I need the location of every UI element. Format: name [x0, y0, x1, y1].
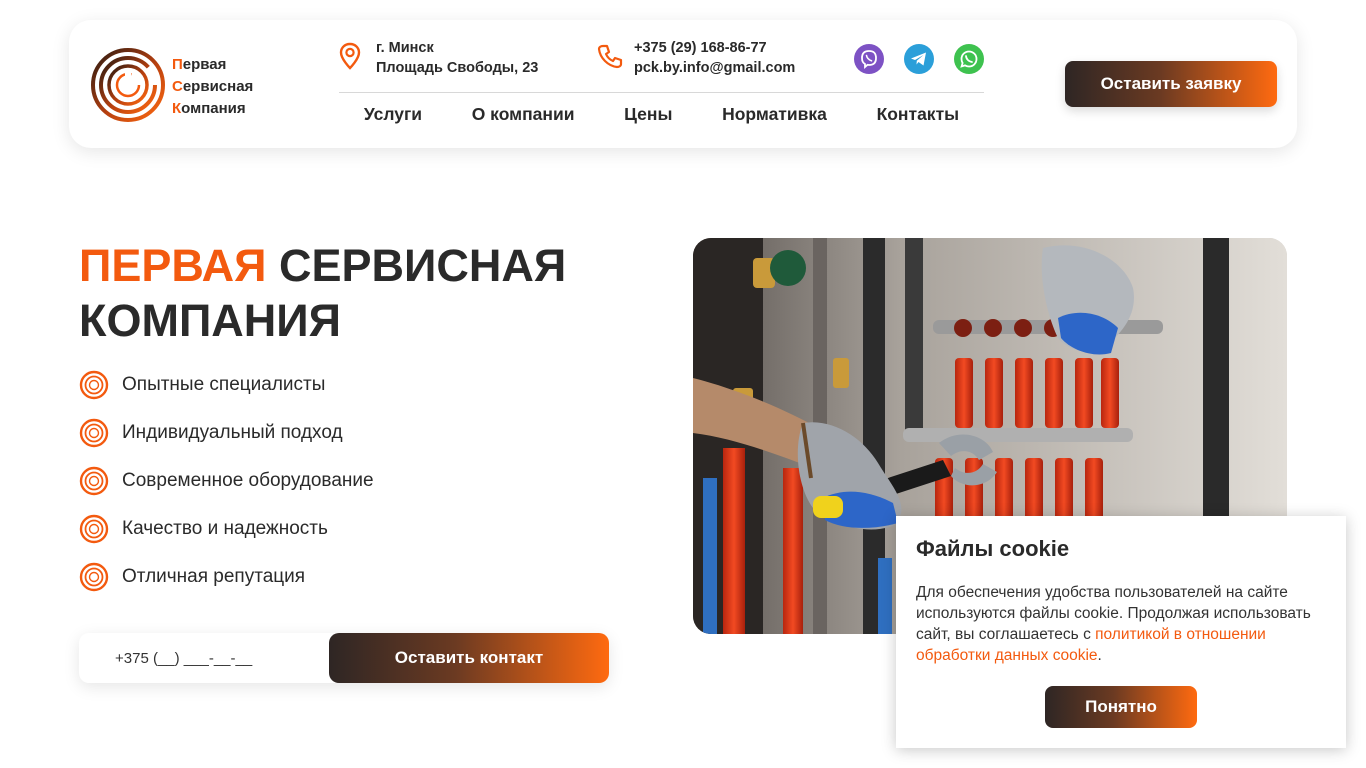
- telegram-icon[interactable]: [904, 44, 934, 74]
- cookie-text: Для обеспечения удобства пользователей н…: [916, 584, 1311, 664]
- target-bullet-icon: [79, 466, 109, 496]
- nav-item-regulations[interactable]: Нормативка: [722, 104, 827, 130]
- feature-text: Качество и надежность: [122, 518, 328, 539]
- location-pin-icon: [339, 42, 361, 70]
- hero-title: ПЕРВАЯ СЕРВИСНАЯ КОМПАНИЯ: [79, 238, 639, 348]
- target-bullet-icon: [79, 562, 109, 592]
- nav-item-contacts[interactable]: Контакты: [877, 104, 960, 130]
- header-divider: [339, 92, 984, 93]
- site-header: Первая Сервисная Компания г. Минск Площа…: [69, 20, 1297, 148]
- logo-text: Первая Сервисная Компания: [172, 56, 254, 117]
- main-nav: Услуги О компании Цены Нормативка Контак…: [339, 104, 984, 130]
- target-bullet-icon: [79, 370, 109, 400]
- submit-request-button[interactable]: Оставить заявку: [1065, 61, 1277, 107]
- nav-item-services[interactable]: Услуги: [364, 104, 422, 130]
- logo-rings-icon: [91, 48, 165, 122]
- contact-form: Оставить контакт: [79, 633, 609, 683]
- email-link[interactable]: pck.by.info@gmail.com: [634, 58, 795, 78]
- phone-link[interactable]: +375 (29) 168-86-77: [634, 38, 795, 58]
- list-item: Индивидуальный подход: [79, 417, 439, 449]
- target-bullet-icon: [79, 418, 109, 448]
- hero-title-accent: ПЕРВАЯ: [79, 240, 267, 291]
- address-street: Площадь Свободы, 23: [376, 60, 539, 76]
- whatsapp-icon[interactable]: [954, 44, 984, 74]
- feature-text: Отличная репутация: [122, 566, 306, 587]
- cookie-title: Файлы cookie: [916, 536, 1070, 561]
- list-item: Опытные специалисты: [79, 369, 439, 401]
- submit-contact-button[interactable]: Оставить контакт: [329, 633, 609, 683]
- list-item: Современное оборудование: [79, 465, 439, 497]
- phone-input[interactable]: [79, 633, 329, 683]
- hero-title-part2: КОМПАНИЯ: [79, 295, 341, 346]
- feature-text: Опытные специалисты: [122, 374, 326, 395]
- cookie-banner: Файлы cookie Для обеспечения удобства по…: [896, 516, 1346, 748]
- address-block: г. Минск Площадь Свободы, 23: [376, 38, 538, 78]
- address-city: г. Минск: [376, 40, 434, 56]
- feature-text: Современное оборудование: [122, 470, 374, 491]
- hero-title-part1: СЕРВИСНАЯ: [266, 240, 567, 291]
- list-item: Отличная репутация: [79, 561, 439, 593]
- feature-text: Индивидуальный подход: [122, 422, 343, 443]
- list-item: Качество и надежность: [79, 513, 439, 545]
- nav-item-prices[interactable]: Цены: [624, 104, 672, 130]
- viber-icon[interactable]: [854, 44, 884, 74]
- company-logo[interactable]: Первая Сервисная Компания: [89, 46, 269, 124]
- target-bullet-icon: [79, 514, 109, 544]
- nav-item-about[interactable]: О компании: [472, 104, 575, 130]
- cookie-accept-button[interactable]: Понятно: [1045, 686, 1197, 728]
- contacts-block: +375 (29) 168-86-77 pck.by.info@gmail.co…: [634, 38, 795, 78]
- phone-icon: [597, 44, 623, 69]
